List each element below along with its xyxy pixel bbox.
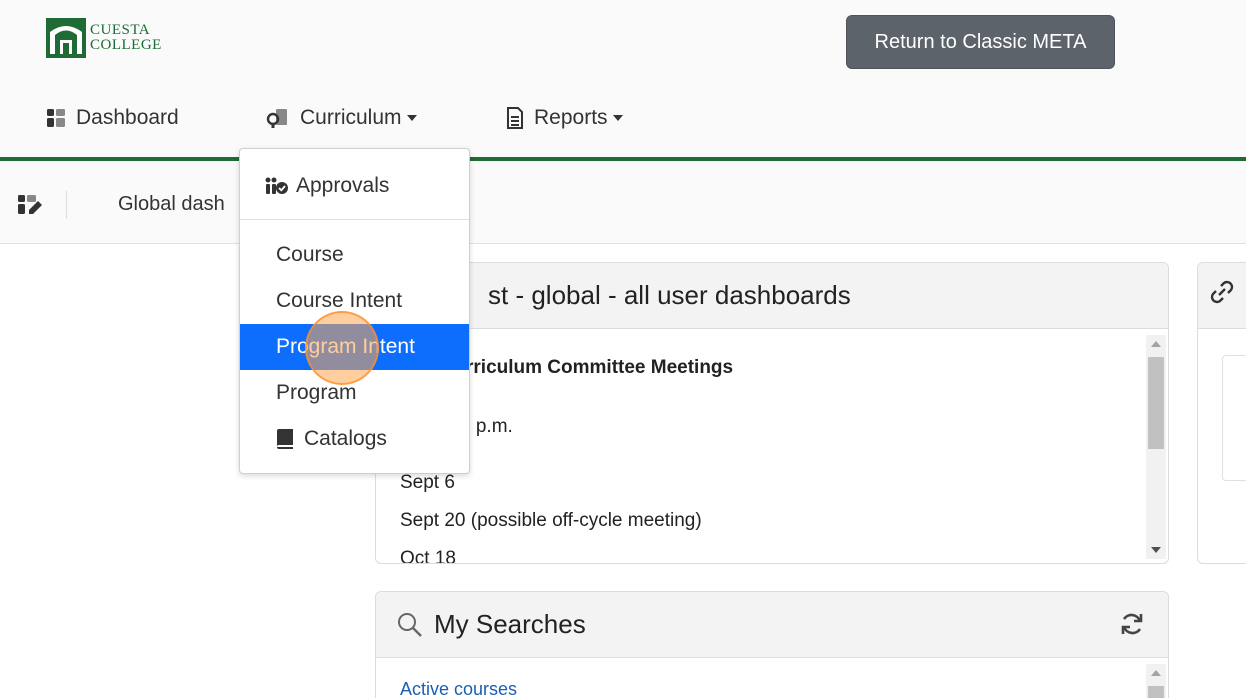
menu-item-course[interactable]: Course (240, 232, 469, 278)
menu-divider (240, 219, 469, 220)
scroll-up-icon[interactable] (1151, 341, 1161, 347)
menu-item-catalogs[interactable]: Catalogs (240, 416, 469, 462)
curriculum-dropdown-menu: Approvals Course Course Intent Program I… (239, 148, 470, 474)
menu-item-approvals-label: Approvals (296, 174, 390, 197)
notice-card-title: st - global - all user dashboards (488, 280, 851, 310)
subbar-separator (66, 191, 67, 219)
notice-date: Oct 18 (400, 548, 456, 564)
my-searches-body: Active courses (376, 658, 1168, 698)
menu-item-approvals[interactable]: Approvals (240, 163, 469, 209)
side-card-header (1198, 263, 1246, 329)
book-icon (276, 429, 294, 449)
curriculum-icon (266, 107, 290, 129)
nav-reports-label: Reports (534, 106, 608, 129)
notice-card: st - global - all user dashboards rricul… (375, 262, 1169, 564)
nav-dashboard-label: Dashboard (76, 106, 179, 129)
dashboard-title[interactable]: Global dash (118, 193, 225, 216)
dashboard-subbar: Global dash (0, 161, 1246, 244)
refresh-icon[interactable] (1118, 610, 1146, 645)
click-indicator (305, 311, 379, 385)
notice-scrollbar[interactable] (1146, 335, 1166, 559)
return-to-classic-button[interactable]: Return to Classic META (846, 15, 1115, 69)
nav-curriculum[interactable]: Curriculum (266, 98, 417, 138)
notice-date: Sept 20 (possible off-cycle meeting) (400, 510, 702, 531)
dashboard-icon (46, 108, 66, 128)
notice-card-header: st - global - all user dashboards (376, 263, 1168, 329)
chevron-down-icon (612, 115, 623, 121)
dashboard-edit-icon[interactable] (18, 194, 44, 221)
menu-item-catalogs-label: Catalogs (304, 427, 387, 450)
search-icon (396, 611, 424, 639)
nav-dashboard[interactable]: Dashboard (46, 98, 179, 138)
nav-curriculum-label: Curriculum (300, 106, 402, 129)
link-icon (1208, 278, 1236, 313)
chevron-down-icon (406, 115, 417, 121)
saved-search-link[interactable]: Active courses (400, 679, 517, 698)
searches-scrollbar[interactable] (1146, 664, 1166, 698)
side-card (1197, 262, 1246, 564)
nav-reports[interactable]: Reports (506, 98, 623, 138)
my-searches-card: My Searches Active courses (375, 591, 1169, 698)
report-icon (506, 107, 524, 129)
notice-scroll-thumb[interactable] (1148, 357, 1164, 449)
logo-line-2: COLLEGE (90, 37, 162, 53)
scroll-up-icon[interactable] (1151, 670, 1161, 676)
searches-scroll-thumb[interactable] (1148, 686, 1164, 698)
college-logo[interactable]: CUESTA COLLEGE (46, 18, 162, 58)
notice-card-body: rriculum Committee Meetings 3 p.m. Sept … (376, 329, 1168, 563)
scroll-down-icon[interactable] (1151, 547, 1161, 553)
logo-line-1: CUESTA (90, 22, 151, 38)
my-searches-title: My Searches (434, 609, 586, 639)
college-logo-mark (46, 18, 86, 58)
notice-date: Sept 6 (400, 472, 455, 493)
side-card-panel (1222, 355, 1246, 481)
my-searches-header: My Searches (376, 592, 1168, 658)
college-logo-text: CUESTA COLLEGE (90, 23, 162, 53)
notice-heading: rriculum Committee Meetings (466, 357, 734, 378)
approvals-icon (264, 176, 288, 196)
top-header: CUESTA COLLEGE Return to Classic META Da… (0, 0, 1246, 160)
